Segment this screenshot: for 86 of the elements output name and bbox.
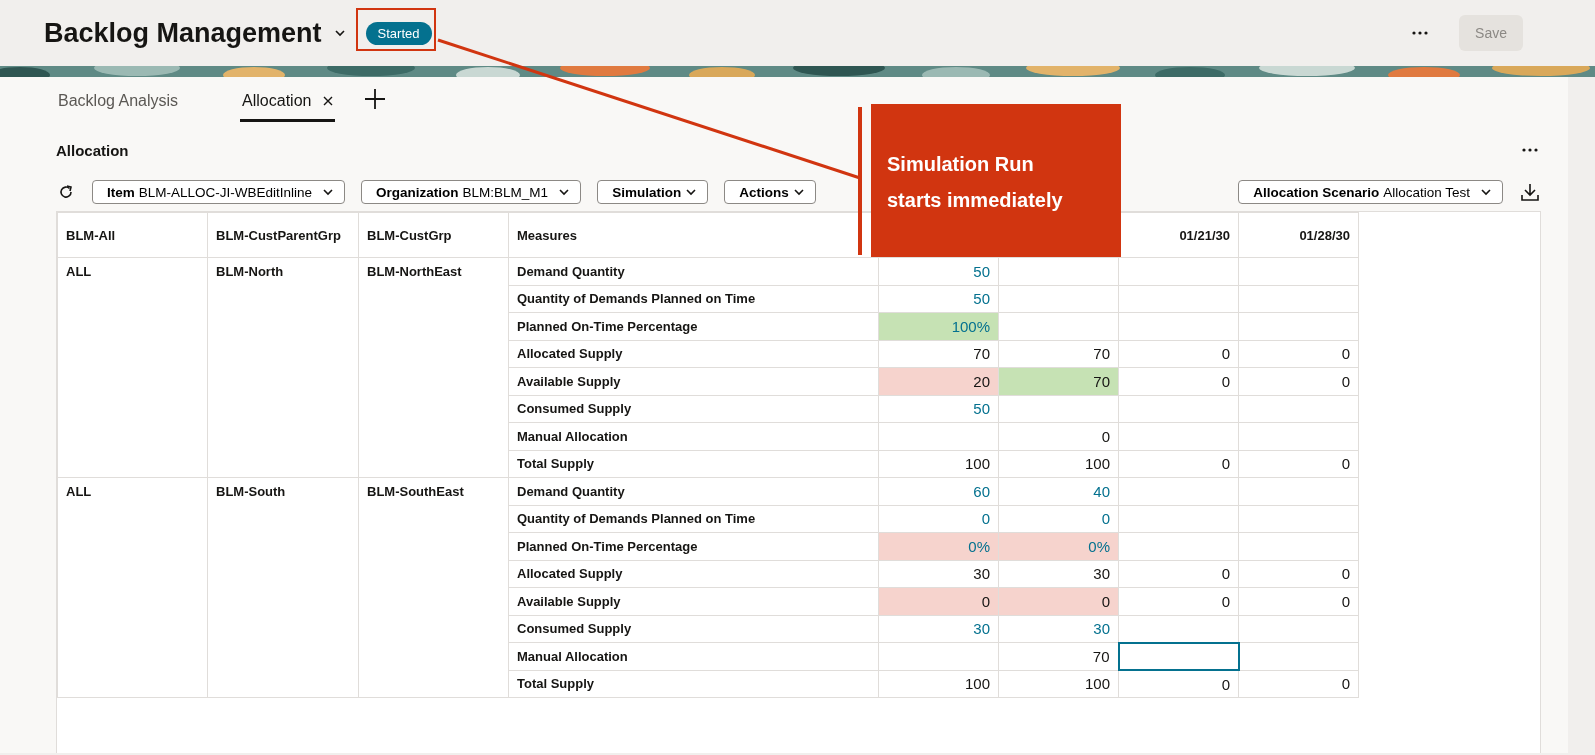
column-header: BLM-CustGrp [358,212,509,258]
measure-label: Manual Allocation [508,642,879,670]
table-cell: 0 [1118,340,1239,368]
table-cell: 70 [878,340,999,368]
table-cell: 0 [998,587,1119,615]
measure-label: Quantity of Demands Planned on Time [508,285,879,313]
table-cell: 0 [1238,450,1359,478]
table-cell: 0 [1238,560,1359,588]
table-cell[interactable]: 50 [878,285,999,313]
row-header-cell: BLM-NorthEast [358,257,509,478]
table-cell: 0 [1238,670,1359,698]
table-cell[interactable]: 0 [998,505,1119,533]
table-cell: 30 [998,560,1119,588]
status-badge: Started [365,21,432,45]
download-button[interactable] [1519,181,1541,203]
row-header-cell: ALL [57,477,208,698]
table-cell: 20 [878,367,999,395]
measure-label: Total Supply [508,670,879,698]
measure-label: Demand Quantity [508,257,879,285]
table-cell: 100 [878,670,999,698]
measure-label: Consumed Supply [508,615,879,643]
scenario-dropdown[interactable]: Allocation Scenario Allocation Test [1238,180,1503,204]
chevron-down-icon [685,186,698,198]
download-icon [1521,183,1539,201]
table-cell[interactable]: 50 [878,395,999,423]
measure-label: Available Supply [508,587,879,615]
more-icon [1411,29,1430,37]
table-cell[interactable]: 30 [878,615,999,643]
menu-dropdown[interactable]: Simulation [597,180,709,204]
table-cell[interactable]: 0% [998,532,1119,560]
row-header-cell: ALL [57,257,208,478]
column-header: BLM-All [57,212,208,258]
measure-label: Allocated Supply [508,560,879,588]
table-cell[interactable]: 100% [878,312,999,340]
measure-label: Quantity of Demands Planned on Time [508,505,879,533]
chevron-down-icon [558,186,571,198]
measure-label: Total Supply [508,450,879,478]
table-cell: 0 [878,587,999,615]
table-cell: 0 [1238,367,1359,395]
chevron-down-icon [1480,186,1492,198]
table-cell: 0 [998,422,1119,450]
menu-dropdown[interactable]: Actions [724,180,816,204]
row-header-cell: BLM-North [207,257,359,478]
page-title: Backlog Management [44,17,322,49]
table-cell[interactable]: 0% [878,532,999,560]
row-header-cell: BLM-SouthEast [358,477,509,698]
filter-dropdown[interactable]: Item BLM-ALLOC-JI-WBEditInline [92,180,346,204]
tab[interactable]: Backlog Analysis [56,82,181,122]
filter-dropdown[interactable]: Organization BLM:BLM_M1 [361,180,582,204]
measure-label: Demand Quantity [508,477,879,505]
column-header: 01/28/30 [1238,212,1359,258]
section-title: Allocation [56,141,129,159]
measure-label: Manual Allocation [508,422,879,450]
table-cell: 0 [1118,367,1239,395]
table-cell: 0 [1238,340,1359,368]
measure-label: Allocated Supply [508,340,879,368]
chevron-down-icon [322,186,335,198]
table-cell: 100 [998,670,1119,698]
plus-icon [365,89,386,109]
add-tab-button[interactable] [363,87,388,111]
measure-label: Planned On-Time Percentage [508,312,879,340]
table-cell: 70 [998,367,1119,395]
table-cell: 0 [1118,560,1239,588]
table-cell: 0 [1118,587,1239,615]
table-cell: 100 [878,450,999,478]
measure-label: Planned On-Time Percentage [508,532,879,560]
measure-label: Available Supply [508,367,879,395]
row-header-cell: BLM-South [207,477,359,698]
refresh-icon [58,184,74,200]
table-cell: 0 [1118,450,1239,478]
table-cell: 0 [1118,670,1239,698]
table-cell: 100 [998,450,1119,478]
table-cell: 70 [998,340,1119,368]
table-cell[interactable]: 40 [998,477,1119,505]
table-cell: 0 [1238,587,1359,615]
table-cell[interactable]: 60 [878,477,999,505]
more-icon [1521,146,1539,154]
measure-label: Consumed Supply [508,395,879,423]
callout-text: Simulation Run starts immediately [871,104,1121,257]
chevron-down-icon [333,27,346,39]
column-header: BLM-CustParentGrp [207,212,359,258]
table-cell[interactable]: 30 [998,615,1119,643]
table-cell: 30 [878,560,999,588]
chevron-down-icon [792,186,805,198]
tab[interactable]: Allocation [240,82,336,122]
table-cell[interactable]: 0 [878,505,999,533]
